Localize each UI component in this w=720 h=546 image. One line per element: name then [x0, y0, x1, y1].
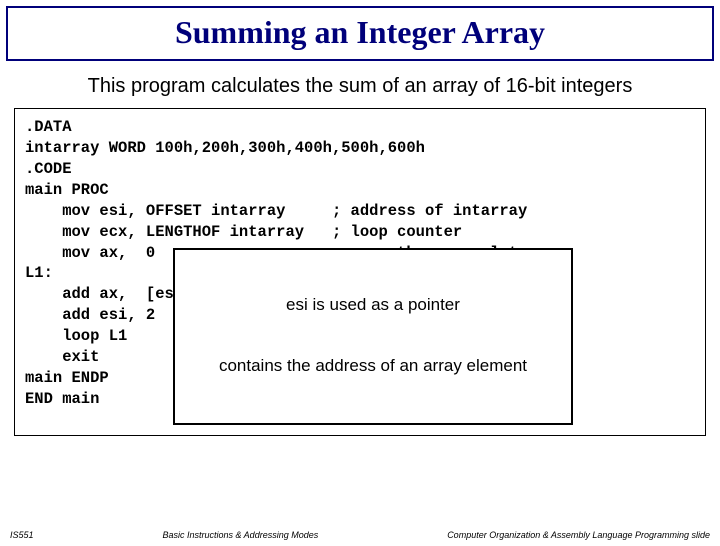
slide-subtitle: This program calculates the sum of an ar…	[8, 75, 712, 98]
callout-box: esi is used as a pointer contains the ad…	[173, 248, 573, 425]
code-box: .DATA intarray WORD 100h,200h,300h,400h,…	[14, 108, 706, 436]
footer-left: IS551	[10, 530, 34, 540]
footer: IS551 Basic Instructions & Addressing Mo…	[0, 530, 720, 540]
footer-mid: Basic Instructions & Addressing Modes	[162, 530, 318, 540]
callout-line2: contains the address of an array element	[185, 356, 561, 376]
callout-line1: esi is used as a pointer	[185, 295, 561, 315]
slide-title: Summing an Integer Array	[8, 14, 712, 51]
footer-right: Computer Organization & Assembly Languag…	[447, 530, 710, 540]
title-inner: Summing an Integer Array	[8, 8, 712, 59]
title-band: Summing an Integer Array	[6, 6, 714, 61]
